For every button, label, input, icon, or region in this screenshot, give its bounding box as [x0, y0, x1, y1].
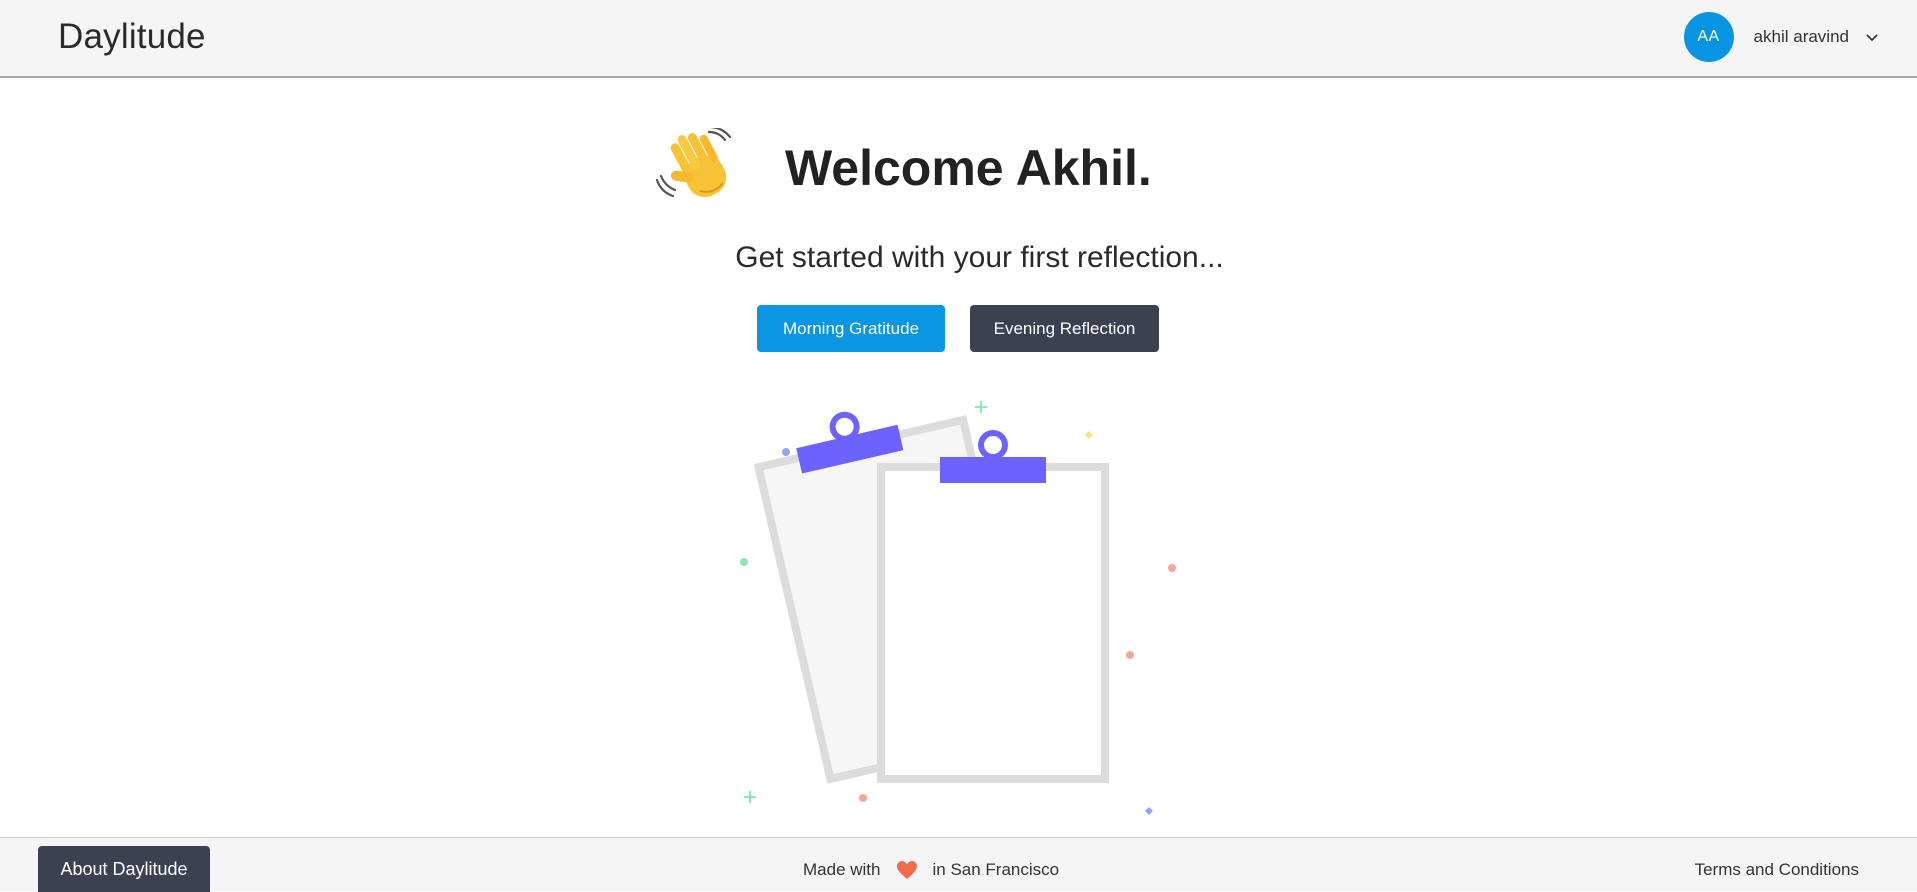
- terms-link[interactable]: Terms and Conditions: [1695, 860, 1859, 880]
- morning-gratitude-button[interactable]: Morning Gratitude: [757, 305, 945, 352]
- heart-icon: [897, 861, 918, 879]
- user-menu[interactable]: AA akhil aravind: [1683, 12, 1879, 62]
- avatar[interactable]: AA: [1683, 12, 1734, 62]
- welcome-heading: Welcome Akhil.: [655, 128, 1152, 208]
- clipboards-illustration: [740, 401, 1176, 815]
- made-with-prefix: Made with: [803, 860, 881, 879]
- made-with-text: Made with in San Francisco: [803, 860, 1059, 880]
- chevron-down-icon[interactable]: [1865, 32, 1879, 42]
- evening-reflection-button[interactable]: Evening Reflection: [970, 305, 1159, 352]
- top-navbar: Daylitude AA akhil aravind: [0, 0, 1917, 78]
- page-title: Welcome Akhil.: [785, 140, 1152, 196]
- made-with-suffix: in San Francisco: [932, 860, 1060, 879]
- about-button[interactable]: About Daylitude: [38, 846, 210, 892]
- footer: About Daylitude Made with in San Francis…: [0, 837, 1917, 892]
- app-logo[interactable]: Daylitude: [58, 17, 206, 57]
- subtitle: Get started with your first reflection..…: [735, 241, 1224, 274]
- user-name[interactable]: akhil aravind: [1754, 27, 1849, 47]
- waving-hand-icon: [655, 128, 732, 198]
